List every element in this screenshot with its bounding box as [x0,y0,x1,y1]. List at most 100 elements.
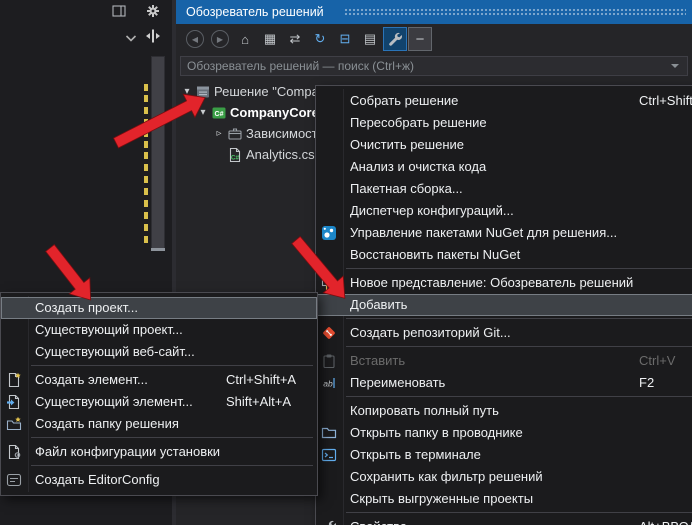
modified-line-mark [144,236,148,243]
new-solution-explorer-view-menu-item[interactable]: Новое представление: Обозреватель решени… [316,272,692,294]
new-item-menu-item[interactable]: Создать элемент...Ctrl+Shift+A [1,369,317,391]
create-git-repository-menu-item[interactable]: Создать репозиторий Git... [316,322,692,344]
gear-icon[interactable] [145,3,161,19]
add-editorconfig-menu-item[interactable]: Создать EditorConfig [1,469,317,491]
switch-views-icon[interactable]: ▦ [259,28,281,50]
solution-icon [194,84,212,100]
manage-nuget-packages-menu-item[interactable]: Управление пакетами NuGet для решения... [316,222,692,244]
home-icon[interactable]: ⌂ [234,28,256,50]
sync-with-active-document-icon[interactable]: ⇄ [284,28,306,50]
new-solution-folder-menu-item[interactable]: Создать папку решения [1,413,317,435]
restore-nuget-packages-menu-item[interactable]: Восстановить пакеты NuGet [316,244,692,266]
expander-icon[interactable]: ▾ [196,107,210,118]
existing-item-menu-item[interactable]: Существующий элемент...Shift+Alt+A [1,391,317,413]
refresh-icon[interactable]: ↻ [309,28,331,50]
expander-icon[interactable]: ▾ [180,86,194,97]
menu-icon-slot [321,469,337,485]
splitter-handle-icon[interactable] [145,28,161,44]
svg-text:C#: C# [215,111,224,118]
menu-icon-slot [6,300,22,316]
chevron-down-icon[interactable] [123,30,139,46]
rename-icon: ab [321,375,337,391]
modified-line-mark [144,107,148,114]
collapse-all-icon[interactable]: ⊟ [334,28,356,50]
editor-scrollbar[interactable] [151,56,165,250]
csharp-file-icon: C# [226,147,244,163]
menu-item-label: Новое представление: Обозреватель решени… [350,275,633,290]
menu-icon-slot [321,93,337,109]
menu-item-label: Существующий проект... [35,322,183,337]
menu-icon-slot [321,247,337,263]
menu-icon-slot [321,203,337,219]
rename-menu-item[interactable]: abПереименоватьF2 [316,372,692,394]
copy-full-path-menu-item[interactable]: Копировать полный путь [316,400,692,422]
expander-icon[interactable]: ▹ [212,128,226,139]
add-menu-item[interactable]: Добавить [316,294,692,316]
rebuild-solution-menu-item[interactable]: Пересобрать решение [316,112,692,134]
hide-unloaded-projects-menu-item[interactable]: Скрыть выгруженные проекты [316,488,692,510]
modified-line-mark [144,141,148,148]
search-dropdown-chevron-icon[interactable] [671,64,679,72]
search-input[interactable] [180,56,688,76]
new-view-icon [321,275,337,291]
folder-icon [321,425,337,441]
modified-line-mark [144,119,148,126]
properties-wrench-icon[interactable] [384,28,406,50]
open-folder-in-explorer-menu-item[interactable]: Открыть папку в проводнике [316,422,692,444]
menu-item-label: Скрыть выгруженные проекты [350,491,533,506]
menu-icon-slot [6,322,22,338]
properties-menu-item[interactable]: СвойстваAlt+ВВОД [316,516,692,525]
new-project-menu-item[interactable]: Создать проект... [1,297,317,319]
existing-web-site-menu-item[interactable]: Существующий веб-сайт... [1,341,317,363]
paste-icon [321,353,337,369]
svg-text:ab: ab [323,379,333,389]
menu-item-label: Создать элемент... [35,372,148,387]
open-in-terminal-menu-item[interactable]: Открыть в терминале [316,444,692,466]
modified-line-mark [144,84,148,91]
menu-item-shortcut: Ctrl+Shift+B [639,90,692,112]
preview-selected-items-icon[interactable]: − [409,28,431,50]
menu-item-label: Очистить решение [350,137,464,152]
back-icon[interactable]: ◀ [186,30,204,48]
csharp-project-icon: C# [210,105,228,121]
configuration-manager-menu-item[interactable]: Диспетчер конфигураций... [316,200,692,222]
existing-item-icon [6,394,22,410]
menu-item-label: Создать репозиторий Git... [350,325,511,340]
modified-line-mark [144,224,148,231]
editorconfig-icon [6,472,22,488]
modified-line-mark [144,176,148,183]
installation-configuration-file-menu-item[interactable]: Файл конфигурации установки [1,441,317,463]
show-all-files-icon[interactable]: ▤ [359,28,381,50]
setup-config-icon [6,444,22,460]
menu-item-label: Открыть папку в проводнике [350,425,523,440]
paste-menu-item[interactable]: ВставитьCtrl+V [316,350,692,372]
menu-icon-slot [321,181,337,197]
menu-item-label: Создать EditorConfig [35,472,160,487]
solution-explorer-titlebar[interactable]: Обозреватель решений [176,0,692,24]
existing-project-menu-item[interactable]: Существующий проект... [1,319,317,341]
menu-item-label: Анализ и очистка кода [350,159,486,174]
build-solution-menu-item[interactable]: Собрать решениеCtrl+Shift+B [316,90,692,112]
save-as-solution-filter-menu-item[interactable]: Сохранить как фильтр решений [316,466,692,488]
menu-icon-slot [321,297,337,313]
modified-line-mark [144,212,148,219]
tree-item-label: CompanyCoreL [230,105,327,120]
new-item-icon [6,372,22,388]
menu-item-label: Существующий веб-сайт... [35,344,195,359]
menu-icon-slot [6,344,22,360]
menu-item-label: Сохранить как фильтр решений [350,469,543,484]
clean-solution-menu-item[interactable]: Очистить решение [316,134,692,156]
menu-item-label: Добавить [350,297,407,312]
menu-item-label: Управление пакетами NuGet для решения... [350,225,617,240]
solution-context-menu: Собрать решениеCtrl+Shift+BПересобрать р… [315,85,692,525]
menu-item-label: Свойства [350,519,407,525]
menu-item-label: Существующий элемент... [35,394,193,409]
dependencies-icon [226,126,244,142]
menu-item-label: Пакетная сборка... [350,181,463,196]
batch-build-menu-item[interactable]: Пакетная сборка... [316,178,692,200]
menu-item-label: Восстановить пакеты NuGet [350,247,520,262]
modified-line-mark [144,200,148,207]
analyze-and-code-cleanup-menu-item[interactable]: Анализ и очистка кода [316,156,692,178]
forward-icon[interactable]: ▶ [211,30,229,48]
window-layout-icon[interactable] [111,3,127,19]
